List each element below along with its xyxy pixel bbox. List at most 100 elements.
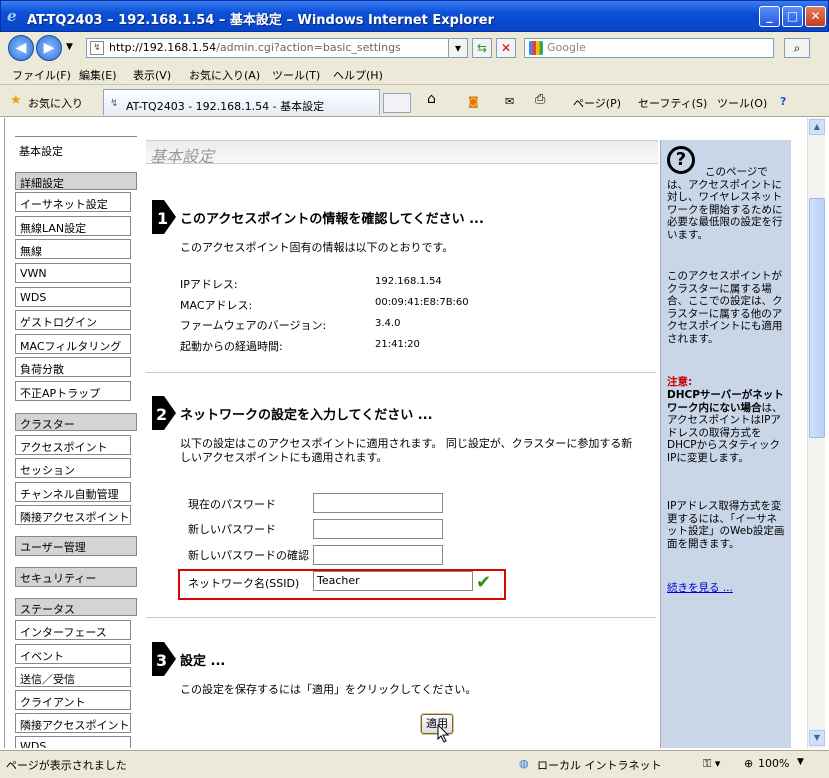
sidebar-item-events[interactable]: イベント bbox=[15, 644, 131, 664]
url-path: /admin.cgi?action=basic_settings bbox=[216, 41, 401, 54]
scroll-down-icon[interactable]: ▼ bbox=[809, 730, 825, 746]
sidebar-item-ethernet[interactable]: イーサネット設定 bbox=[15, 192, 131, 212]
maximize-button[interactable]: □ bbox=[782, 6, 803, 27]
home-icon[interactable]: ⌂ bbox=[427, 91, 436, 107]
google-icon bbox=[529, 41, 543, 55]
section1-heading: このアクセスポイントの情報を確認してください ... bbox=[180, 212, 484, 227]
window-title: AT-TQ2403 – 192.168.1.54 – 基本設定 – Window… bbox=[27, 13, 494, 28]
ssid-input[interactable]: Teacher bbox=[313, 571, 473, 591]
sidebar-item-channel-mgmt[interactable]: チャンネル自動管理 bbox=[15, 482, 131, 502]
zoom-dropdown-icon[interactable]: ▼ bbox=[797, 757, 804, 767]
new-tab-button[interactable] bbox=[383, 93, 411, 113]
sidebar-user-mgmt[interactable]: ユーザー管理 bbox=[15, 536, 137, 556]
sidebar-item-access-points[interactable]: アクセスポイント bbox=[15, 435, 131, 455]
page-icon: ↯ bbox=[90, 41, 104, 55]
minimize-button[interactable]: _ bbox=[759, 6, 780, 27]
close-button[interactable]: ✕ bbox=[805, 6, 826, 27]
section2-intro-2: しいアクセスポイントにも適用されます。 bbox=[180, 451, 388, 464]
address-dropdown-icon[interactable]: ▾ bbox=[448, 38, 468, 58]
section2-heading: ネットワークの設定を入力してください ... bbox=[180, 408, 433, 423]
menu-file[interactable]: ファイル(F) bbox=[12, 67, 71, 83]
page-menu[interactable]: ページ(P) bbox=[573, 95, 621, 111]
page-title: 基本設定 bbox=[146, 140, 658, 166]
ssid-label: ネットワーク名(SSID) bbox=[188, 577, 300, 590]
section3-heading: 設定 ... bbox=[180, 654, 226, 669]
tab-page-icon: ↯ bbox=[110, 98, 119, 109]
tab-title: AT-TQ2403 - 192.168.1.54 - 基本設定 bbox=[126, 100, 325, 113]
address-input[interactable]: ↯ http://192.168.1.54/admin.cgi?action=b… bbox=[86, 38, 466, 58]
step-2-icon: 2 bbox=[152, 396, 176, 430]
scroll-thumb[interactable] bbox=[809, 198, 825, 438]
menu-favorites[interactable]: お気に入り(A) bbox=[189, 67, 260, 83]
back-button[interactable]: ◀ bbox=[8, 35, 34, 61]
sidebar-advanced-header[interactable]: 詳細設定 bbox=[15, 172, 137, 190]
sidebar-item-tx-rx[interactable]: 送信／受信 bbox=[15, 667, 131, 687]
section3-intro: この設定を保存するには「適用」をクリックしてください。 bbox=[180, 683, 477, 696]
title-bar: e AT-TQ2403 – 192.168.1.54 – 基本設定 – Wind… bbox=[0, 0, 829, 32]
sidebar-status-header[interactable]: ステータス bbox=[15, 598, 137, 616]
confirm-password-input[interactable] bbox=[313, 545, 443, 565]
sidebar-cluster-header[interactable]: クラスター bbox=[15, 413, 137, 431]
search-input[interactable]: Google bbox=[524, 38, 774, 58]
sidebar-basic-settings[interactable]: 基本設定 bbox=[15, 136, 137, 160]
safety-menu[interactable]: セーフティ(S) bbox=[638, 95, 707, 111]
menu-edit[interactable]: 編集(E) bbox=[79, 67, 117, 83]
new-password-input[interactable] bbox=[313, 519, 443, 539]
sidebar-item-neighbor-ap-status[interactable]: 隣接アクセスポイント bbox=[15, 713, 131, 733]
firmware-value: 3.4.0 bbox=[375, 318, 401, 329]
sidebar-security[interactable]: セキュリティー bbox=[15, 567, 137, 587]
firmware-label: ファームウェアのバージョン: bbox=[180, 319, 327, 332]
help-icon[interactable]: ? bbox=[780, 95, 786, 108]
refresh-icon[interactable]: ⇆ bbox=[472, 38, 492, 58]
security-icon[interactable]: ⚿ ▾ bbox=[703, 757, 720, 771]
menu-bar: ファイル(F) 編集(E) 表示(V) お気に入り(A) ツール(T) ヘルプ(… bbox=[0, 63, 829, 85]
forward-button[interactable]: ▶ bbox=[36, 35, 62, 61]
sidebar-item-load-balance[interactable]: 負荷分散 bbox=[15, 357, 131, 377]
help-text-4: IPアドレス取得方式を変更するには、「イーサネット設定」のWeb設定画面を開きま… bbox=[667, 500, 785, 550]
status-bar: ページが表示されました ◍ ローカル イントラネット ⚿ ▾ ⊕ 100% ▼ bbox=[0, 750, 829, 778]
sidebar-item-wds-status[interactable]: WDS bbox=[15, 736, 131, 748]
svg-text:3: 3 bbox=[156, 651, 167, 670]
menu-help[interactable]: ヘルプ(H) bbox=[333, 67, 383, 83]
favorites-button[interactable]: お気に入り bbox=[28, 95, 83, 111]
confirm-password-label: 新しいパスワードの確認 bbox=[188, 549, 309, 562]
ip-value: 192.168.1.54 bbox=[375, 276, 442, 287]
ip-label: IPアドレス: bbox=[180, 278, 238, 291]
tools-menu[interactable]: ツール(O) bbox=[717, 95, 767, 111]
menu-view[interactable]: 表示(V) bbox=[133, 67, 171, 83]
intranet-globe-icon: ◍ bbox=[519, 757, 529, 770]
current-password-label: 現在のパスワード bbox=[188, 498, 276, 511]
sidebar-item-guest-login[interactable]: ゲストログイン bbox=[15, 310, 131, 330]
help-warning-label: 注意: bbox=[667, 376, 693, 388]
sidebar-item-neighbor-ap[interactable]: 隣接アクセスポイント bbox=[15, 505, 131, 525]
svg-text:2: 2 bbox=[156, 405, 167, 424]
scroll-up-icon[interactable]: ▲ bbox=[809, 119, 825, 135]
sidebar-item-rogue-ap[interactable]: 不正APトラップ bbox=[15, 381, 131, 401]
step-3-icon: 3 bbox=[152, 642, 176, 676]
history-dropdown-icon[interactable]: ▼ bbox=[66, 42, 73, 52]
sidebar-item-wlan[interactable]: 無線LAN設定 bbox=[15, 216, 131, 236]
sidebar-item-wireless[interactable]: 無線 bbox=[15, 239, 131, 259]
new-password-label: 新しいパスワード bbox=[188, 523, 276, 536]
sidebar-item-vwn[interactable]: VWN bbox=[15, 263, 131, 283]
browser-tab[interactable]: ↯ AT-TQ2403 - 192.168.1.54 - 基本設定 bbox=[103, 89, 380, 115]
sidebar-item-wds[interactable]: WDS bbox=[15, 287, 131, 307]
feeds-icon[interactable]: ◙ bbox=[468, 95, 479, 108]
search-icon[interactable]: ⌕ bbox=[784, 38, 810, 58]
read-more-link[interactable]: 続きを見る ... bbox=[667, 582, 733, 594]
menu-tools[interactable]: ツール(T) bbox=[272, 67, 320, 83]
stop-icon[interactable]: ✕ bbox=[496, 38, 516, 58]
sidebar-item-mac-filter[interactable]: MACフィルタリング bbox=[15, 334, 131, 354]
favorites-star-icon[interactable]: ★ bbox=[10, 93, 22, 108]
sidebar-item-clients[interactable]: クライアント bbox=[15, 690, 131, 710]
uptime-value: 21:41:20 bbox=[375, 339, 420, 350]
mail-icon[interactable]: ✉ bbox=[505, 95, 514, 108]
zoom-level[interactable]: 100% bbox=[758, 757, 789, 770]
vertical-scrollbar[interactable]: ▲ ▼ bbox=[807, 118, 825, 748]
print-icon[interactable]: ⎙ bbox=[535, 92, 545, 107]
sidebar-item-sessions[interactable]: セッション bbox=[15, 458, 131, 478]
sidebar-item-interfaces[interactable]: インターフェース bbox=[15, 620, 131, 640]
search-placeholder: Google bbox=[547, 41, 586, 54]
current-password-input[interactable] bbox=[313, 493, 443, 513]
uptime-label: 起動からの経過時間: bbox=[180, 340, 283, 353]
